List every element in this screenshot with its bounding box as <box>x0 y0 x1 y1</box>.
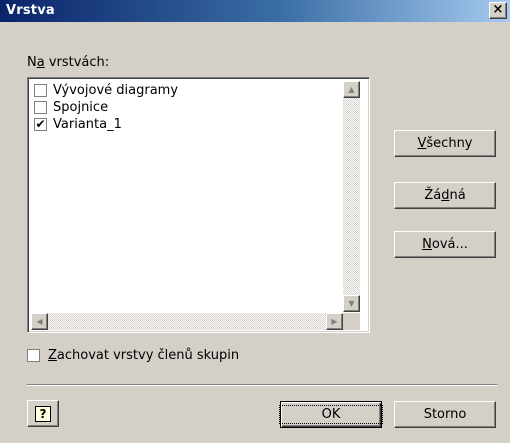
layer-label: Spojnice <box>53 100 109 115</box>
arrow-up-icon: ▲ <box>348 85 355 94</box>
title-bar: Vrstva × <box>0 0 510 22</box>
horizontal-scrollbar[interactable]: ◀ ▶ <box>31 313 343 330</box>
keep-group-layers-checkbox[interactable] <box>27 349 40 362</box>
select-all-button[interactable]: Všechny <box>394 130 496 157</box>
layer-checkbox[interactable] <box>34 101 47 114</box>
check-icon: ✔ <box>35 117 46 131</box>
layers-label: Na vrstvách: <box>27 55 110 70</box>
list-item[interactable]: Spojnice <box>34 99 178 116</box>
scrollbar-corner <box>343 313 360 330</box>
window-title: Vrstva <box>6 3 55 18</box>
cancel-label: Storno <box>423 407 467 422</box>
ok-button[interactable]: OK <box>278 401 384 428</box>
layer-checkbox-checked[interactable]: ✔ <box>34 118 47 131</box>
help-icon: ? <box>35 405 51 422</box>
cancel-button[interactable]: Storno <box>394 401 496 428</box>
scroll-down-button[interactable]: ▼ <box>343 295 360 312</box>
layer-label: Vývojové diagramy <box>53 83 179 98</box>
help-button[interactable]: ? <box>27 400 59 427</box>
keep-group-layers-label: Zachovat vrstvy členů skupin <box>48 348 240 363</box>
vertical-scrollbar[interactable]: ▲ ▼ <box>343 81 360 312</box>
keep-group-layers-option[interactable]: Zachovat vrstvy členů skupin <box>27 348 239 363</box>
list-item[interactable]: Vývojové diagramy <box>34 82 178 99</box>
close-button[interactable]: × <box>489 2 507 19</box>
select-none-button[interactable]: Žádná <box>394 182 496 209</box>
scroll-left-button[interactable]: ◀ <box>31 313 48 330</box>
arrow-down-icon: ▼ <box>348 299 355 308</box>
scroll-up-button[interactable]: ▲ <box>343 81 360 98</box>
layer-checkbox[interactable] <box>34 84 47 97</box>
scroll-right-button[interactable]: ▶ <box>326 313 343 330</box>
layers-listbox[interactable]: Vývojové diagramy Spojnice ✔ Varianta_1 … <box>27 77 370 333</box>
layer-label: Varianta_1 <box>53 117 122 132</box>
new-layer-label: Nová... <box>422 237 468 252</box>
select-none-label: Žádná <box>424 188 466 203</box>
arrow-left-icon: ◀ <box>36 317 43 326</box>
list-item[interactable]: ✔ Varianta_1 <box>34 116 178 133</box>
ok-label: OK <box>278 405 384 424</box>
arrow-right-icon: ▶ <box>331 317 338 326</box>
separator <box>27 384 497 386</box>
new-layer-button[interactable]: Nová... <box>394 231 496 258</box>
close-icon: × <box>492 2 504 17</box>
select-all-label: Všechny <box>417 136 473 151</box>
